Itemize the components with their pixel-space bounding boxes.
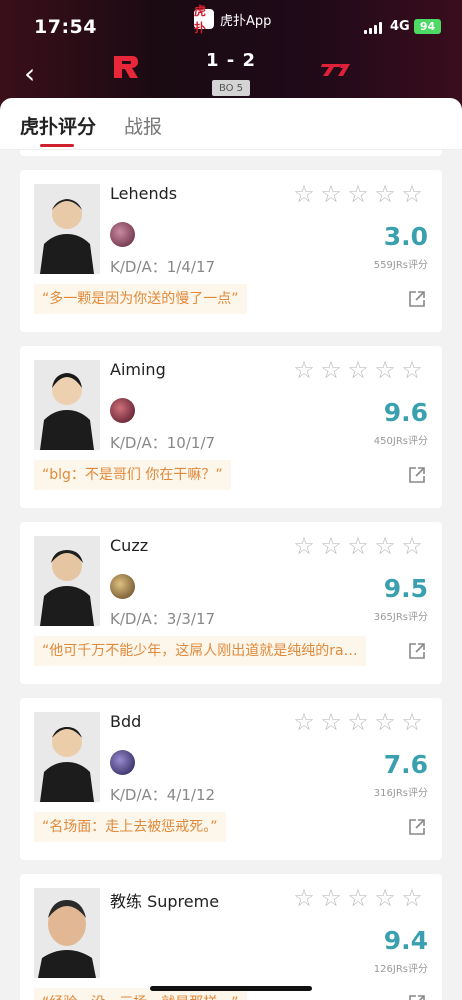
star-icon[interactable]: ☆: [373, 358, 397, 382]
battery-icon: 94: [414, 19, 441, 34]
star-icon[interactable]: ☆: [373, 182, 397, 206]
share-icon[interactable]: [408, 290, 426, 308]
star-rating-input[interactable]: ☆ ☆ ☆ ☆ ☆: [292, 886, 424, 910]
status-bar: 17:54 虎扑 虎扑App 4G 94: [0, 0, 462, 44]
player-kda: K/D/A：1/4/17: [110, 258, 216, 276]
star-icon[interactable]: ☆: [346, 710, 370, 734]
player-rating: 3.0: [383, 222, 428, 251]
hupu-logo-icon: 虎扑: [194, 4, 214, 35]
player-kda: K/D/A：3/3/17: [110, 610, 216, 628]
star-icon[interactable]: ☆: [346, 534, 370, 558]
champion-avatar: [110, 574, 135, 599]
player-kda: K/D/A：10/1/7: [110, 434, 216, 452]
player-rating: 7.6: [383, 750, 428, 779]
star-icon[interactable]: ☆: [319, 886, 343, 910]
player-photo: [34, 360, 100, 450]
champion-avatar: [110, 222, 135, 247]
tab-hupu-rating[interactable]: 虎扑评分: [20, 112, 96, 139]
star-icon[interactable]: ☆: [292, 710, 316, 734]
champion-avatar: [110, 750, 135, 775]
player-card[interactable]: Bdd K/D/A：4/1/12 ☆ ☆ ☆ ☆ ☆ 7.6 316JRs评分 “名场面…: [20, 698, 442, 860]
player-rating-list[interactable]: Lehends K/D/A：1/4/17 ☆ ☆ ☆ ☆ ☆ 3.0 559JRs评分 …: [0, 150, 462, 1000]
player-photo: [34, 712, 100, 802]
star-icon[interactable]: ☆: [319, 182, 343, 206]
star-icon[interactable]: ☆: [292, 182, 316, 206]
star-rating-input[interactable]: ☆ ☆ ☆ ☆ ☆: [292, 182, 424, 206]
coach-card[interactable]: 教练 Supreme ☆☆☆☆☆ 9.4 126JRs评分 “经验…没…三场…就…: [20, 874, 442, 1000]
tab-bar: 虎扑评分 战报: [0, 98, 462, 150]
champion-avatar: [110, 398, 135, 423]
rating-count: 559JRs评分: [373, 260, 428, 271]
coach-rating: 9.4: [383, 926, 428, 955]
player-photo: [34, 536, 100, 626]
series-badge: BO 5: [212, 80, 250, 96]
previous-card-edge: [20, 150, 442, 156]
player-photo: [34, 184, 100, 274]
star-icon[interactable]: ☆: [400, 358, 424, 382]
player-rating: 9.6: [383, 398, 428, 427]
star-icon[interactable]: ☆: [400, 182, 424, 206]
star-icon[interactable]: ☆: [346, 886, 370, 910]
rating-count: 450JRs评分: [373, 436, 428, 447]
rating-count: 126JRs评分: [373, 964, 428, 975]
home-indicator[interactable]: [150, 986, 312, 991]
star-icon[interactable]: ☆: [319, 710, 343, 734]
share-icon[interactable]: [408, 466, 426, 484]
star-icon[interactable]: ☆: [400, 534, 424, 558]
top-comment[interactable]: “blg：不是哥们 你在干嘛？”: [34, 460, 231, 490]
share-icon[interactable]: [408, 994, 426, 1000]
star-icon[interactable]: ☆: [346, 358, 370, 382]
star-icon[interactable]: ☆: [292, 886, 316, 910]
player-card[interactable]: Aiming K/D/A：10/1/7 ☆ ☆ ☆ ☆ ☆ 9.6 450JRs评分 “…: [20, 346, 442, 508]
player-name: Bdd: [110, 712, 142, 731]
player-name: Lehends: [110, 184, 178, 203]
star-icon[interactable]: ☆: [400, 710, 424, 734]
match-score: 1 - 2: [205, 50, 257, 71]
tab-match-report[interactable]: 战报: [124, 112, 162, 139]
t1-logo-icon[interactable]: [320, 62, 352, 82]
player-card[interactable]: Lehends K/D/A：1/4/17 ☆ ☆ ☆ ☆ ☆ 3.0 559JRs评分 …: [20, 170, 442, 332]
match-header: 17:54 虎扑 虎扑App 4G 94 ‹ 1 - 2 BO 5: [0, 0, 462, 110]
rating-count: 316JRs评分: [373, 788, 428, 799]
top-comment[interactable]: “多一颗是因为你送的慢了一点”: [34, 284, 247, 314]
player-rating: 9.5: [383, 574, 428, 603]
player-kda: K/D/A：4/1/12: [110, 786, 216, 804]
star-icon[interactable]: ☆: [319, 358, 343, 382]
star-rating-input[interactable]: ☆ ☆ ☆ ☆ ☆: [292, 710, 424, 734]
coach-name: 教练 Supreme: [110, 892, 220, 911]
rating-count: 365JRs评分: [373, 612, 428, 623]
player-name: Aiming: [110, 360, 166, 379]
star-icon[interactable]: ☆: [292, 358, 316, 382]
star-icon[interactable]: ☆: [292, 534, 316, 558]
share-icon[interactable]: [408, 642, 426, 660]
app-switch-pill[interactable]: 虎扑 虎扑App: [194, 4, 272, 35]
top-comment[interactable]: “他可千万不能少年，这屌人刚出道就是纯纯的ra…: [34, 636, 366, 666]
star-icon[interactable]: ☆: [400, 886, 424, 910]
player-card[interactable]: Cuzz K/D/A：3/3/17 ☆ ☆ ☆ ☆ ☆ 9.5 365JRs评分 “他可…: [20, 522, 442, 684]
share-icon[interactable]: [408, 818, 426, 836]
app-name: 虎扑App: [220, 13, 272, 29]
active-tab-indicator: [40, 144, 74, 147]
network-type: 4G: [390, 19, 410, 34]
star-rating-input[interactable]: ☆ ☆ ☆ ☆ ☆: [292, 358, 424, 382]
star-icon[interactable]: ☆: [319, 534, 343, 558]
player-name: Cuzz: [110, 536, 149, 555]
star-icon[interactable]: ☆: [373, 534, 397, 558]
star-icon[interactable]: ☆: [373, 710, 397, 734]
top-comment[interactable]: “名场面：走上去被惩戒死。”: [34, 812, 226, 842]
coach-photo: [34, 888, 100, 978]
star-rating-input[interactable]: ☆ ☆ ☆ ☆ ☆: [292, 534, 424, 558]
star-icon[interactable]: ☆: [346, 182, 370, 206]
status-time: 17:54: [34, 16, 97, 38]
signal-icon: [364, 22, 382, 34]
star-icon[interactable]: ☆: [373, 886, 397, 910]
